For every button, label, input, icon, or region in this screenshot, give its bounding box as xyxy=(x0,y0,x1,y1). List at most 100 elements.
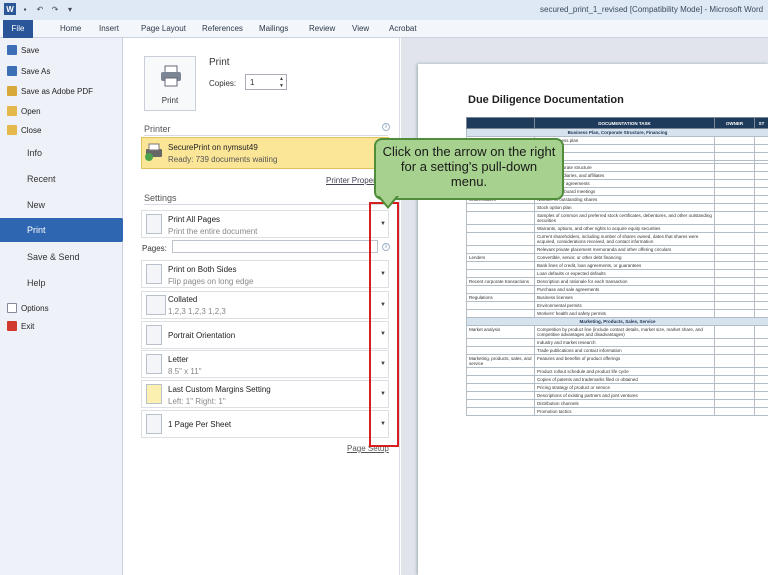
margins-icon xyxy=(146,384,162,404)
table-cell-cat xyxy=(466,375,535,384)
tab-references[interactable]: References xyxy=(202,20,243,38)
table-cell-task: Convertible, senior, or other debt finan… xyxy=(534,253,715,262)
table-cell-cat xyxy=(466,301,535,310)
table-cell-cat xyxy=(466,245,535,254)
tab-home[interactable]: Home xyxy=(60,20,81,38)
table-cell-empty xyxy=(714,179,755,188)
paper-icon xyxy=(146,354,162,374)
print-button[interactable]: Print xyxy=(144,56,196,111)
save-icon[interactable]: ▪ xyxy=(19,3,31,15)
table-row: Marketing, products, sales, and service F… xyxy=(466,354,768,368)
word-app-icon[interactable]: W xyxy=(4,3,16,15)
table-cell-empty xyxy=(714,391,755,400)
table-cell-cat xyxy=(466,261,535,270)
table-cell-cat: Recent corporate transactions xyxy=(466,277,535,286)
table-cell-empty xyxy=(714,187,755,196)
table-cell-task: Industry and market research xyxy=(534,338,715,347)
customize-toolbar-icon[interactable]: ▾ xyxy=(64,3,76,15)
open-label: Open xyxy=(21,106,41,116)
table-cell-empty xyxy=(754,338,768,347)
table-row: Loan defaults or expected defaults xyxy=(466,269,768,278)
table-cell-empty xyxy=(754,325,768,339)
table-header: OWNER xyxy=(714,117,755,129)
table-header xyxy=(466,117,535,129)
table-cell-task: Competition by product line (include con… xyxy=(534,325,715,339)
printer-dropdown[interactable] xyxy=(141,137,389,169)
table-cell-empty xyxy=(754,211,768,225)
document-title: Due Diligence Documentation xyxy=(468,94,624,106)
nav-tab-new[interactable]: New xyxy=(0,193,122,217)
tab-review[interactable]: Review xyxy=(309,20,335,38)
table-cell-cat xyxy=(466,338,535,347)
table-cell-cat: Regulations xyxy=(466,293,535,302)
table-cell-empty xyxy=(754,261,768,270)
save-command[interactable]: Save xyxy=(7,43,39,57)
table-cell-empty xyxy=(754,179,768,188)
print-range-label: Print All Pages xyxy=(168,215,221,224)
table-cell-cat xyxy=(466,269,535,278)
quick-access-toolbar: W ▪ ↶ ↷ ▾ xyxy=(4,3,76,15)
printer-icon xyxy=(161,65,181,87)
table-cell-empty xyxy=(754,224,768,233)
table-cell-empty xyxy=(714,211,755,225)
table-cell-empty xyxy=(754,171,768,180)
save-as-icon xyxy=(7,66,17,76)
open-command[interactable]: Open xyxy=(7,104,41,118)
copies-value: 1 xyxy=(250,78,255,87)
pages-input[interactable] xyxy=(172,240,378,253)
nav-tab-info[interactable]: Info xyxy=(0,141,122,165)
spin-up-icon[interactable]: ▲ xyxy=(279,76,284,82)
tab-mailings[interactable]: Mailings xyxy=(259,20,288,38)
table-cell-empty xyxy=(754,144,768,153)
nav-tab-print[interactable]: Print xyxy=(0,218,130,242)
table-cell-cat xyxy=(466,203,535,212)
exit-command[interactable]: Exit xyxy=(7,319,34,333)
table-cell-task: Product rollout schedule and product lif… xyxy=(534,367,715,376)
table-cell-empty xyxy=(714,277,755,286)
table-cell-empty xyxy=(754,346,768,355)
tab-file[interactable]: File xyxy=(3,20,33,38)
table-row: Copies of patents and trademarks filed o… xyxy=(466,375,768,384)
table-cell-empty xyxy=(714,285,755,294)
nav-tab-help[interactable]: Help xyxy=(0,271,122,295)
options-command[interactable]: Options xyxy=(7,301,49,315)
copies-stepper[interactable]: 1 ▲ ▼ xyxy=(245,74,287,90)
table-row: Purchase and sale agreements xyxy=(466,285,768,294)
save-as-command[interactable]: Save As xyxy=(7,64,50,78)
options-label: Options xyxy=(21,303,49,313)
table-cell-empty xyxy=(754,309,768,318)
spin-down-icon[interactable]: ▼ xyxy=(279,83,284,89)
undo-icon[interactable]: ↶ xyxy=(34,3,46,15)
printer-info-icon[interactable]: i xyxy=(382,123,390,131)
printer-divider xyxy=(144,135,388,136)
table-row: Current shareholders, including number o… xyxy=(466,232,768,246)
tab-acrobat[interactable]: Acrobat xyxy=(389,20,417,38)
table-header: ST xyxy=(754,117,768,129)
close-command[interactable]: Close xyxy=(7,123,41,137)
table-cell-task: Bank lines of credit, loan agreements, o… xyxy=(534,261,715,270)
table-cell-cat xyxy=(466,391,535,400)
tab-page-layout[interactable]: Page Layout xyxy=(141,20,186,38)
redo-icon[interactable]: ↷ xyxy=(49,3,61,15)
margins-sub: Left: 1" Right: 1" xyxy=(168,397,226,406)
table-cell-empty xyxy=(714,309,755,318)
table-row: Promotion tactics xyxy=(466,407,768,416)
table-row: Descriptions of existing partners and jo… xyxy=(466,391,768,400)
tab-view[interactable]: View xyxy=(352,20,369,38)
table-group-row: Marketing, Products, Sales, Service xyxy=(466,317,768,326)
table-cell-empty xyxy=(754,245,768,254)
tab-insert[interactable]: Insert xyxy=(99,20,119,38)
table-cell-task: Description and rationale for each trans… xyxy=(534,277,715,286)
table-cell-task: Purchase and sale agreements xyxy=(534,285,715,294)
table-cell-empty xyxy=(714,269,755,278)
instruction-callout: Click on the arrow on the right for a se… xyxy=(374,138,564,200)
printer-device-icon xyxy=(145,143,162,161)
table-cell-task: Business licenses xyxy=(534,293,715,302)
table-row: Relevant private placement memoranda and… xyxy=(466,245,768,254)
nav-tab-recent[interactable]: Recent xyxy=(0,167,122,191)
table-cell-task: Samples of common and preferred stock ce… xyxy=(534,211,715,225)
nav-tab-save-send[interactable]: Save & Send xyxy=(0,245,122,269)
table-cell-empty xyxy=(714,224,755,233)
save-as-pdf-command[interactable]: Save as Adobe PDF xyxy=(7,84,93,98)
exit-label: Exit xyxy=(21,321,35,331)
